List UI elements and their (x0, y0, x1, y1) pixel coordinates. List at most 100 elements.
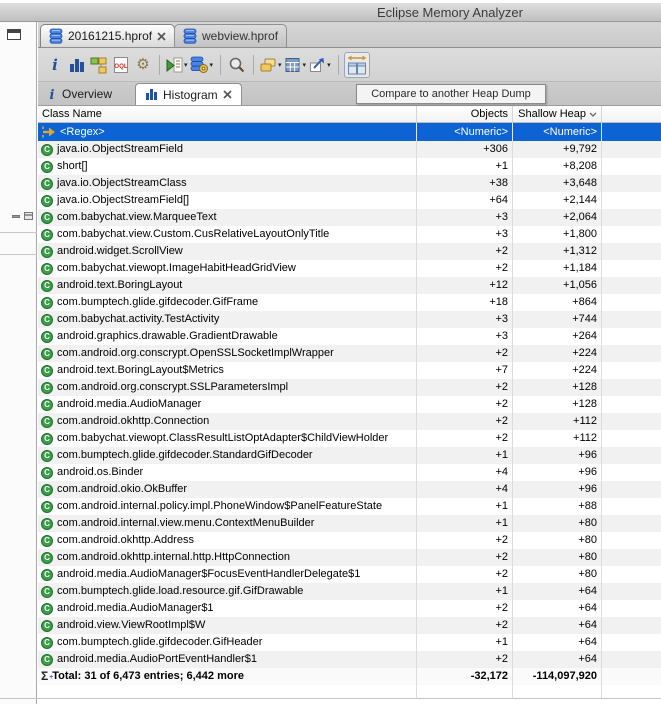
calculator-dropdown[interactable]: ▾ (284, 56, 306, 74)
table-row[interactable]: Candroid.media.AudioPortEventHandler$1 +2… (38, 651, 661, 668)
table-row[interactable]: Cshort[] +1 +8,208 (38, 158, 661, 175)
info-icon[interactable]: i (44, 54, 66, 76)
table-row[interactable]: Cjava.io.ObjectStreamClass +38 +3,648 (38, 175, 661, 192)
editor-tab-webview[interactable]: webview.hprof (174, 24, 288, 47)
objects-value: +2 (417, 345, 513, 362)
shallow-heap-value: +96 (513, 447, 602, 464)
table-row[interactable]: Candroid.media.AudioManager$FocusEventHa… (38, 566, 661, 583)
window-bottom-border (0, 698, 661, 699)
editor-area: 20161215.hprof webview.hprof i OQL ⚙ ▾ ▾… (38, 22, 661, 704)
table-row[interactable]: Candroid.os.Binder +4 +96 (38, 464, 661, 481)
class-name: com.babychat.viewopt.ClassResultListOptA… (57, 432, 389, 444)
tab-histogram[interactable]: Histogram (135, 83, 242, 105)
column-header-class-name[interactable]: Class Name (38, 106, 417, 122)
column-header-objects[interactable]: Objects (417, 106, 513, 122)
toolbar-separator (337, 54, 339, 75)
table-row[interactable]: Ccom.babychat.view.MarqueeText +3 +2,064 (38, 209, 661, 226)
shallow-heap-value: +264 (513, 328, 602, 345)
class-name: android.widget.ScrollView (57, 245, 183, 257)
table-row[interactable]: Ccom.android.okio.OkBuffer +4 +96 (38, 481, 661, 498)
dominator-tree-icon[interactable] (88, 54, 110, 76)
objects-value: +3 (417, 328, 513, 345)
shallow-heap-value: +224 (513, 345, 602, 362)
class-icon: C (41, 483, 53, 496)
table-row[interactable]: Ccom.babychat.viewopt.ClassResultListOpt… (38, 430, 661, 447)
regex-filter-field[interactable]: <Regex> (60, 123, 105, 141)
numeric-filter-objects[interactable]: <Numeric> (417, 123, 513, 141)
oql-icon[interactable]: OQL (110, 54, 132, 76)
table-row[interactable]: Ccom.android.internal.policy.impl.PhoneW… (38, 498, 661, 515)
editor-tab-label: 20161215.hprof (68, 29, 153, 43)
table-row[interactable]: Candroid.graphics.drawable.GradientDrawa… (38, 328, 661, 345)
numeric-filter-shallow[interactable]: <Numeric> (513, 123, 602, 141)
close-icon[interactable] (223, 90, 232, 99)
shallow-heap-value: +8,208 (513, 158, 602, 175)
table-row[interactable]: Ccom.bumptech.glide.gifdecoder.GifHeader… (38, 634, 661, 651)
class-name: android.graphics.drawable.GradientDrawab… (57, 330, 278, 342)
minimize-icon[interactable] (12, 215, 20, 218)
editor-tab-20161215[interactable]: 20161215.hprof (40, 24, 176, 47)
histogram-table: Class Name Objects Shallow Heap <Regex> … (38, 106, 661, 704)
class-name: android.media.AudioManager$FocusEventHan… (57, 568, 361, 580)
objects-value: +3 (417, 209, 513, 226)
filter-row-selected[interactable]: <Regex> <Numeric> <Numeric> (38, 123, 661, 141)
eclipse-memory-analyzer-window: Eclipse Memory Analyzer 20161215.hprof w… (0, 0, 661, 704)
table-row[interactable]: Ccom.android.org.conscrypt.OpenSSLSocket… (38, 345, 661, 362)
class-icon: C (41, 262, 53, 275)
table-empty-area (38, 685, 661, 698)
table-row[interactable]: Ccom.bumptech.glide.gifdecoder.GifFrame +… (38, 294, 661, 311)
total-shallow-heap: -114,097,920 (513, 668, 602, 685)
class-name: com.bumptech.glide.load.resource.gif.Gif… (57, 585, 304, 597)
compare-heap-dump-icon[interactable] (343, 51, 370, 78)
table-row[interactable]: Cjava.io.ObjectStreamField[] +64 +2,144 (38, 192, 661, 209)
table-row[interactable]: Ccom.android.org.conscrypt.SSLParameters… (38, 379, 661, 396)
table-row[interactable]: Candroid.widget.ScrollView +2 +1,312 (38, 243, 661, 260)
table-row[interactable]: Ccom.android.okhttp.internal.http.HttpCo… (38, 549, 661, 566)
maximize-icon[interactable] (24, 212, 33, 220)
table-row[interactable]: Ccom.android.internal.view.menu.ContextM… (38, 515, 661, 532)
total-row[interactable]: Σ + Total: 31 of 6,473 entries; 6,442 mor… (38, 668, 661, 685)
table-row[interactable]: Candroid.media.AudioManager$1 +2 +64 (38, 600, 661, 617)
table-row[interactable]: Cjava.io.ObjectStreamField +306 +9,792 (38, 141, 661, 158)
search-icon[interactable] (226, 54, 248, 76)
group-by-dropdown[interactable]: ▾ (259, 56, 282, 74)
table-row[interactable]: Ccom.babychat.view.Custom.CusRelativeLay… (38, 226, 661, 243)
table-row[interactable]: Ccom.babychat.activity.TestActivity +3 +74… (38, 311, 661, 328)
table-row[interactable]: Candroid.view.ViewRootImpl$W +2 +64 (38, 617, 661, 634)
table-row[interactable]: Candroid.media.AudioManager +2 +128 (38, 396, 661, 413)
column-header-shallow-heap[interactable]: Shallow Heap (513, 106, 602, 122)
heap-dump-icon (183, 28, 197, 44)
heap-dump-gear-dropdown[interactable]: ▾ (190, 56, 213, 74)
class-name: android.media.AudioManager (57, 398, 202, 410)
class-icon: C (41, 551, 53, 564)
shallow-heap-value: +112 (513, 413, 602, 430)
query-menu-dropdown[interactable]: ▾ (165, 56, 188, 74)
table-row[interactable]: Ccom.android.okhttp.Address +2 +80 (38, 532, 661, 549)
total-label: Total: 31 of 6,473 entries; 6,442 more (52, 670, 244, 682)
objects-value: +12 (417, 277, 513, 294)
close-icon[interactable] (157, 31, 166, 41)
shallow-heap-value: +96 (513, 464, 602, 481)
objects-value: +2 (417, 549, 513, 566)
histogram-icon[interactable] (66, 54, 88, 76)
export-dropdown[interactable]: ▾ (308, 56, 331, 74)
tab-overview[interactable]: i Overview (38, 83, 121, 105)
svg-text:OQL: OQL (114, 63, 128, 70)
objects-value: +306 (417, 141, 513, 158)
table-row[interactable]: Ccom.bumptech.glide.load.resource.gif.Gi… (38, 583, 661, 600)
chevron-down-icon: ▾ (278, 61, 282, 69)
gear-icon[interactable]: ⚙ (132, 54, 154, 76)
shallow-heap-value: +128 (513, 379, 602, 396)
class-icon: C (41, 500, 53, 513)
class-name: com.babychat.view.MarqueeText (57, 211, 217, 223)
table-row[interactable]: Candroid.text.BoringLayout +12 +1,056 (38, 277, 661, 294)
restore-view-icon[interactable] (7, 29, 21, 40)
table-row[interactable]: Ccom.android.okhttp.Connection +2 +112 (38, 413, 661, 430)
table-row[interactable]: Ccom.babychat.viewopt.ImageHabitHeadGrid… (38, 260, 661, 277)
window-titlebar: Eclipse Memory Analyzer (0, 3, 661, 22)
table-row[interactable]: Ccom.bumptech.glide.gifdecoder.StandardG… (38, 447, 661, 464)
shallow-heap-value: +9,792 (513, 141, 602, 158)
histogram-icon (145, 88, 158, 101)
table-row[interactable]: Candroid.text.BoringLayout$Metrics +7 +224 (38, 362, 661, 379)
class-name: com.android.okhttp.Address (57, 534, 194, 546)
